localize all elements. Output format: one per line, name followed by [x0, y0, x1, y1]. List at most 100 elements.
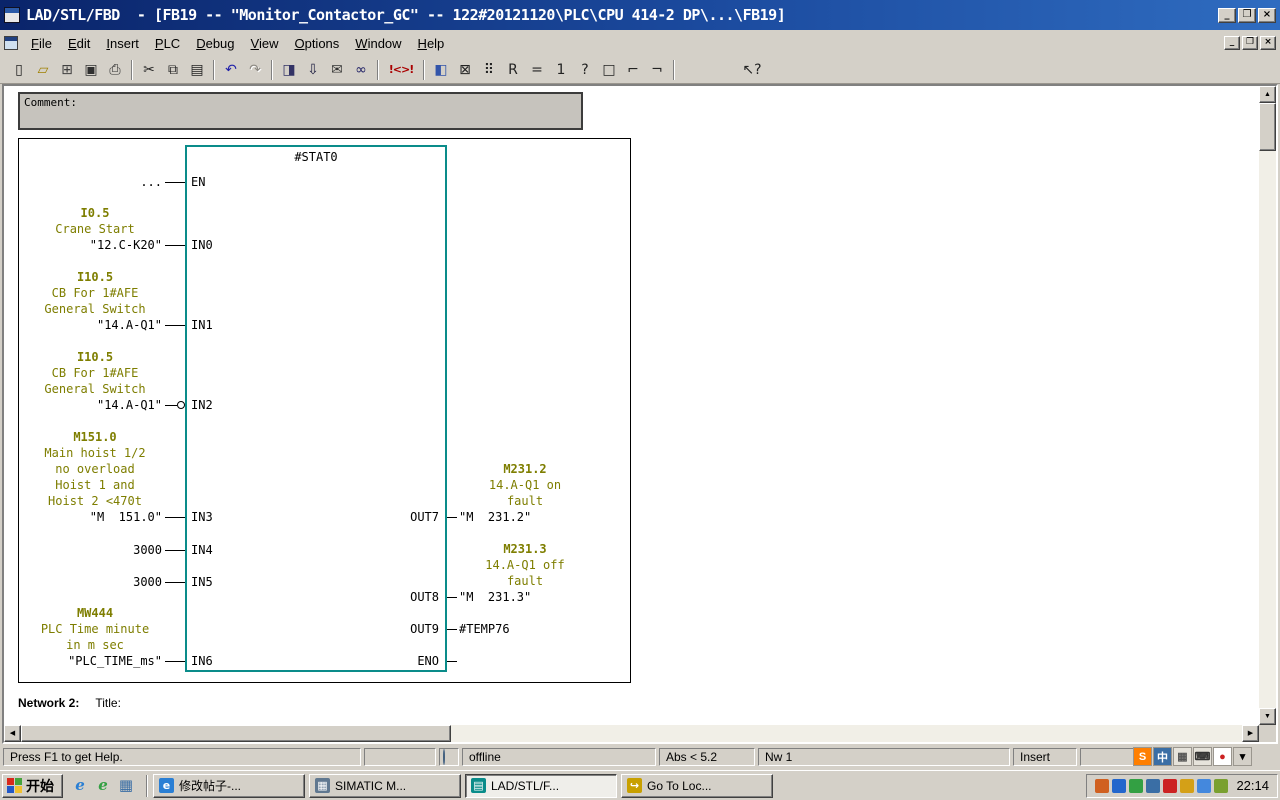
copy-icon[interactable]: ⧉: [162, 59, 184, 81]
help-cursor-icon[interactable]: ↖?: [741, 59, 763, 81]
show-desktop-icon[interactable]: ▦: [117, 777, 135, 795]
counter-box-icon[interactable]: 1: [550, 59, 572, 81]
output-operand[interactable]: "M 231.2": [459, 509, 531, 525]
close-button[interactable]: ×: [1258, 7, 1276, 23]
ie-icon[interactable]: e: [71, 777, 89, 795]
tray-icon[interactable]: [1095, 778, 1110, 793]
sogou-ime-icon[interactable]: S: [1133, 747, 1152, 766]
pin-label-in3[interactable]: IN3: [191, 509, 213, 525]
chinese-mode-icon[interactable]: 中: [1153, 747, 1172, 766]
tray-icon[interactable]: [1129, 778, 1144, 793]
vertical-scrollbar[interactable]: ▲ ▼: [1259, 86, 1276, 725]
network-header[interactable]: Network 2: Title:: [18, 696, 121, 710]
pin-label-in2[interactable]: IN2: [191, 397, 213, 413]
question-box-icon[interactable]: ?: [574, 59, 596, 81]
taskbar-button[interactable]: ↪ Go To Loc...: [621, 773, 773, 798]
taskbar-button[interactable]: ▦ SIMATIC M...: [309, 773, 461, 798]
langbar-menu-icon[interactable]: ▾: [1233, 747, 1252, 766]
input-operand[interactable]: "14.A-Q1": [4, 317, 162, 333]
monitor-variable-icon[interactable]: ✉: [326, 59, 348, 81]
open-branch-icon[interactable]: ⌐: [622, 59, 644, 81]
menu-insert[interactable]: Insert: [98, 33, 147, 54]
input-operand[interactable]: 3000: [4, 542, 162, 558]
pin-label-in6[interactable]: IN6: [191, 653, 213, 669]
redo-icon[interactable]: ↷: [244, 59, 266, 81]
address-identification-icon[interactable]: ⠿: [478, 59, 500, 81]
restore-button[interactable]: ❐: [1238, 7, 1256, 23]
menu-plc[interactable]: PLC: [147, 33, 188, 54]
close-branch-icon[interactable]: ¬: [646, 59, 668, 81]
paste-icon[interactable]: ▤: [186, 59, 208, 81]
observe-icon[interactable]: ∞: [350, 59, 372, 81]
pin-label-in5[interactable]: IN5: [191, 574, 213, 590]
ime-tool-icon[interactable]: ●: [1213, 747, 1232, 766]
input-operand[interactable]: "M 151.0": [4, 509, 162, 525]
taskbar-clock[interactable]: 22:14: [1236, 778, 1269, 793]
taskbar-button[interactable]: ▤ LAD/STL/F...: [465, 773, 617, 798]
output-operand[interactable]: "M 231.3": [459, 589, 531, 605]
pin-label-out9[interactable]: OUT9: [347, 621, 439, 637]
menu-edit[interactable]: Edit: [60, 33, 98, 54]
program-elements-icon[interactable]: ◨: [278, 59, 300, 81]
pin-label-eno[interactable]: ENO: [347, 653, 439, 669]
horizontal-scroll-thumb[interactable]: [21, 725, 451, 742]
mdi-close-button[interactable]: ×: [1260, 36, 1276, 50]
pin-label-out8[interactable]: OUT8: [347, 589, 439, 605]
fbd-canvas[interactable]: Comment: #STAT0 ... EN I0.5 Crane Start "12.…: [4, 86, 1259, 725]
open-icon[interactable]: ▱: [32, 59, 54, 81]
new-icon[interactable]: ▯: [8, 59, 30, 81]
menu-window[interactable]: Window: [347, 33, 409, 54]
undo-icon[interactable]: ↶: [220, 59, 242, 81]
input-operand[interactable]: "14.A-Q1": [4, 397, 162, 413]
pin-label-out7[interactable]: OUT7: [347, 509, 439, 525]
tray-icon[interactable]: [1146, 778, 1161, 793]
soft-keyboard-icon[interactable]: ⌨: [1193, 747, 1212, 766]
taskbar-button[interactable]: e 修改帖子-...: [153, 773, 305, 798]
tray-icon[interactable]: [1197, 778, 1212, 793]
menu-options[interactable]: Options: [286, 33, 347, 54]
menu-debug[interactable]: Debug: [188, 33, 242, 54]
input-operand[interactable]: "12.C-K20": [4, 237, 162, 253]
pin-label-in1[interactable]: IN1: [191, 317, 213, 333]
menu-view[interactable]: View: [243, 33, 287, 54]
download-icon[interactable]: ⇩: [302, 59, 324, 81]
scroll-down-button[interactable]: ▼: [1259, 708, 1276, 725]
menu-bar: File Edit Insert PLC Debug View Options Window H…: [0, 30, 1280, 56]
assign-box-icon[interactable]: =: [526, 59, 548, 81]
vertical-scroll-thumb[interactable]: [1259, 103, 1276, 151]
tray-icon[interactable]: [1214, 778, 1229, 793]
output-operand[interactable]: #TEMP76: [459, 621, 510, 637]
print-icon[interactable]: ⎙: [104, 59, 126, 81]
empty-box-icon[interactable]: □: [598, 59, 620, 81]
input-operand[interactable]: ...: [4, 174, 162, 190]
input-operand[interactable]: "PLC_TIME_ms": [4, 653, 162, 669]
network-view-icon[interactable]: ◧: [430, 59, 452, 81]
menu-file[interactable]: File: [23, 33, 60, 54]
cut-icon[interactable]: ✂: [138, 59, 160, 81]
tray-icon[interactable]: [1180, 778, 1195, 793]
browser-icon[interactable]: e: [94, 777, 112, 795]
punctuation-icon[interactable]: ▦: [1173, 747, 1192, 766]
relay-box-icon[interactable]: R: [502, 59, 524, 81]
box-x-icon[interactable]: ⊠: [454, 59, 476, 81]
document-icon[interactable]: [4, 36, 18, 50]
pin-label-en[interactable]: EN: [191, 174, 205, 190]
start-button[interactable]: 开始: [2, 773, 63, 798]
tray-icon[interactable]: [1112, 778, 1127, 793]
input-operand[interactable]: 3000: [4, 574, 162, 590]
horizontal-scrollbar[interactable]: ◀ ▶: [4, 725, 1259, 742]
tray-icon[interactable]: [1163, 778, 1178, 793]
mdi-minimize-button[interactable]: _: [1224, 36, 1240, 50]
open-online-icon[interactable]: ⊞: [56, 59, 78, 81]
symbolic-representation-icon[interactable]: !<>!: [384, 59, 418, 81]
scroll-up-button[interactable]: ▲: [1259, 86, 1276, 103]
pin-label-in4[interactable]: IN4: [191, 542, 213, 558]
pin-label-in0[interactable]: IN0: [191, 237, 213, 253]
app-icon[interactable]: [4, 7, 20, 23]
minimize-button[interactable]: _: [1218, 7, 1236, 23]
menu-help[interactable]: Help: [410, 33, 453, 54]
scroll-left-button[interactable]: ◀: [4, 725, 21, 742]
save-icon[interactable]: ▣: [80, 59, 102, 81]
scroll-right-button[interactable]: ▶: [1242, 725, 1259, 742]
mdi-restore-button[interactable]: ❐: [1242, 36, 1258, 50]
